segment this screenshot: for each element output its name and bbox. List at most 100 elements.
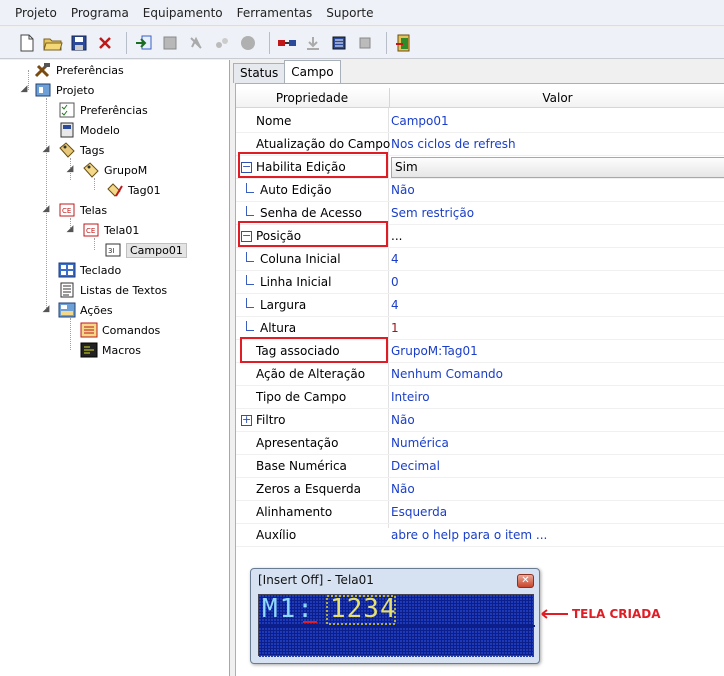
- tree-item-modelo[interactable]: Modelo: [58, 120, 120, 140]
- prop-value[interactable]: Nenhum Comando: [391, 363, 724, 386]
- tree-item-grupo[interactable]: GrupoM: [82, 160, 147, 180]
- prop-value[interactable]: abre o help para o item ...: [391, 524, 724, 547]
- expand-box-icon[interactable]: +: [241, 414, 252, 426]
- prop-value[interactable]: Esquerda: [391, 501, 724, 524]
- prop-value[interactable]: 0: [391, 271, 724, 294]
- tree-item-telas[interactable]: CE Telas: [58, 200, 107, 220]
- import-icon[interactable]: [133, 32, 155, 54]
- prop-value[interactable]: Não: [391, 478, 724, 501]
- habilita-edicao-dropdown[interactable]: Sim: [391, 157, 724, 178]
- grid-row[interactable]: Base Numérica Decimal: [236, 455, 724, 478]
- collapse-arrow-icon[interactable]: ◢: [19, 84, 29, 94]
- tree-item-preferencias-root[interactable]: Preferências: [34, 60, 124, 80]
- tab-status[interactable]: Status: [233, 63, 286, 83]
- highlight-box: [238, 221, 388, 247]
- collapse-arrow-icon[interactable]: ◢: [65, 164, 75, 174]
- grid-row[interactable]: Ação de Alteração Nenhum Comando: [236, 363, 724, 386]
- menu-suporte[interactable]: Suporte: [319, 0, 380, 26]
- grid-row[interactable]: Coluna Inicial 4: [236, 248, 724, 271]
- tree-item-tags[interactable]: Tags: [58, 140, 104, 160]
- grid-row[interactable]: Alinhamento Esquerda: [236, 501, 724, 524]
- tree-label: Teclado: [80, 263, 122, 277]
- svg-text:CE: CE: [86, 227, 95, 235]
- tree-line: [70, 318, 71, 350]
- debug-icon: [185, 32, 207, 54]
- grid-row[interactable]: Apresentação Numérica: [236, 432, 724, 455]
- project-tree: Preferências ◢ Projeto Preferências Mode…: [0, 60, 230, 676]
- collapse-arrow-icon[interactable]: ◢: [65, 224, 75, 234]
- tree-item-macros[interactable]: Macros: [80, 340, 141, 360]
- screen-editor-window[interactable]: [Insert Off] - Tela01 ✕ M1: 1234: [250, 568, 540, 664]
- project-icon: [34, 82, 52, 98]
- prop-name: Auxílio: [256, 528, 297, 542]
- collapse-arrow-icon[interactable]: ◢: [41, 204, 51, 214]
- prop-name: Nome: [256, 114, 292, 128]
- child-connector: [246, 298, 254, 308]
- prop-value[interactable]: Decimal: [391, 455, 724, 478]
- grid-row[interactable]: Auxílio abre o help para o item ...: [236, 524, 724, 547]
- toolbar-separator: [126, 31, 127, 54]
- prop-name: Apresentação: [256, 436, 339, 450]
- tree-item-tela01[interactable]: CE Tela01: [82, 220, 139, 240]
- prop-value[interactable]: Não: [391, 179, 724, 202]
- prop-value[interactable]: Campo01: [391, 110, 724, 133]
- tree-item-preferencias[interactable]: Preferências: [58, 100, 148, 120]
- open-folder-icon[interactable]: [42, 32, 64, 54]
- prop-value[interactable]: 4: [391, 294, 724, 317]
- menu-programa[interactable]: Programa: [64, 0, 136, 26]
- tag-group-icon: [82, 162, 100, 178]
- delete-icon[interactable]: [94, 32, 116, 54]
- tree-item-campo01[interactable]: 3I Campo01: [104, 240, 187, 260]
- tab-campo[interactable]: Campo: [284, 60, 341, 83]
- new-file-icon[interactable]: [16, 32, 38, 54]
- tree-item-listas[interactable]: Listas de Textos: [58, 280, 167, 300]
- tree-item-comandos[interactable]: Comandos: [80, 320, 160, 340]
- svg-text:3I: 3I: [108, 247, 115, 255]
- tree-item-projeto[interactable]: Projeto: [34, 80, 94, 100]
- prop-value[interactable]: GrupoM:Tag01: [391, 340, 724, 363]
- hardware-icon[interactable]: [328, 32, 350, 54]
- header-propriedade: Propriedade: [275, 91, 349, 105]
- tree-item-teclado[interactable]: Teclado: [58, 260, 121, 280]
- grid-row[interactable]: + Filtro Não: [236, 409, 724, 432]
- checklist-icon: [58, 102, 76, 118]
- prop-value[interactable]: Numérica: [391, 432, 724, 455]
- prop-name: Coluna Inicial: [260, 252, 341, 266]
- grid-row[interactable]: Largura 4: [236, 294, 724, 317]
- menu-equipamento[interactable]: Equipamento: [136, 0, 230, 26]
- prop-value[interactable]: Nos ciclos de refresh: [391, 133, 724, 156]
- lcd-field-text[interactable]: 1234: [330, 594, 397, 624]
- tree-item-tag01[interactable]: Tag01: [106, 180, 161, 200]
- actions-icon: [58, 302, 76, 318]
- prop-value[interactable]: Sem restrição: [391, 202, 724, 225]
- grid-row[interactable]: Zeros a Esquerda Não: [236, 478, 724, 501]
- highlight-box: [240, 337, 388, 363]
- menu-ferramentas[interactable]: Ferramentas: [230, 0, 320, 26]
- grid-row[interactable]: Nome Campo01: [236, 110, 724, 133]
- tree-label: Tags: [80, 143, 105, 157]
- tree-label: Preferências: [56, 63, 124, 77]
- prop-value[interactable]: ...: [391, 225, 724, 248]
- tree-item-acoes[interactable]: Ações: [58, 300, 113, 320]
- save-icon[interactable]: [68, 32, 90, 54]
- tab-bar: Status Campo: [233, 60, 341, 83]
- connect-icon[interactable]: [276, 32, 298, 54]
- device-icon: [58, 122, 76, 138]
- prop-name: Linha Inicial: [260, 275, 332, 289]
- child-connector: [246, 183, 254, 193]
- collapse-arrow-icon[interactable]: ◢: [41, 144, 51, 154]
- prop-value[interactable]: 1: [391, 317, 724, 340]
- prop-value[interactable]: 4: [391, 248, 724, 271]
- close-icon[interactable]: ✕: [517, 574, 534, 588]
- grid-row[interactable]: Auto Edição Não: [236, 179, 724, 202]
- menu-projeto[interactable]: Projeto: [8, 0, 64, 26]
- grid-row[interactable]: Linha Inicial 0: [236, 271, 724, 294]
- prop-value[interactable]: Inteiro: [391, 386, 724, 409]
- prop-value[interactable]: Não: [391, 409, 724, 432]
- exit-icon[interactable]: [393, 32, 415, 54]
- collapse-arrow-icon[interactable]: ◢: [41, 304, 51, 314]
- tree-label: Comandos: [102, 323, 161, 337]
- tree-label: Ações: [80, 303, 113, 317]
- lcd-display[interactable]: M1: 1234: [258, 594, 535, 657]
- grid-row[interactable]: Tipo de Campo Inteiro: [236, 386, 724, 409]
